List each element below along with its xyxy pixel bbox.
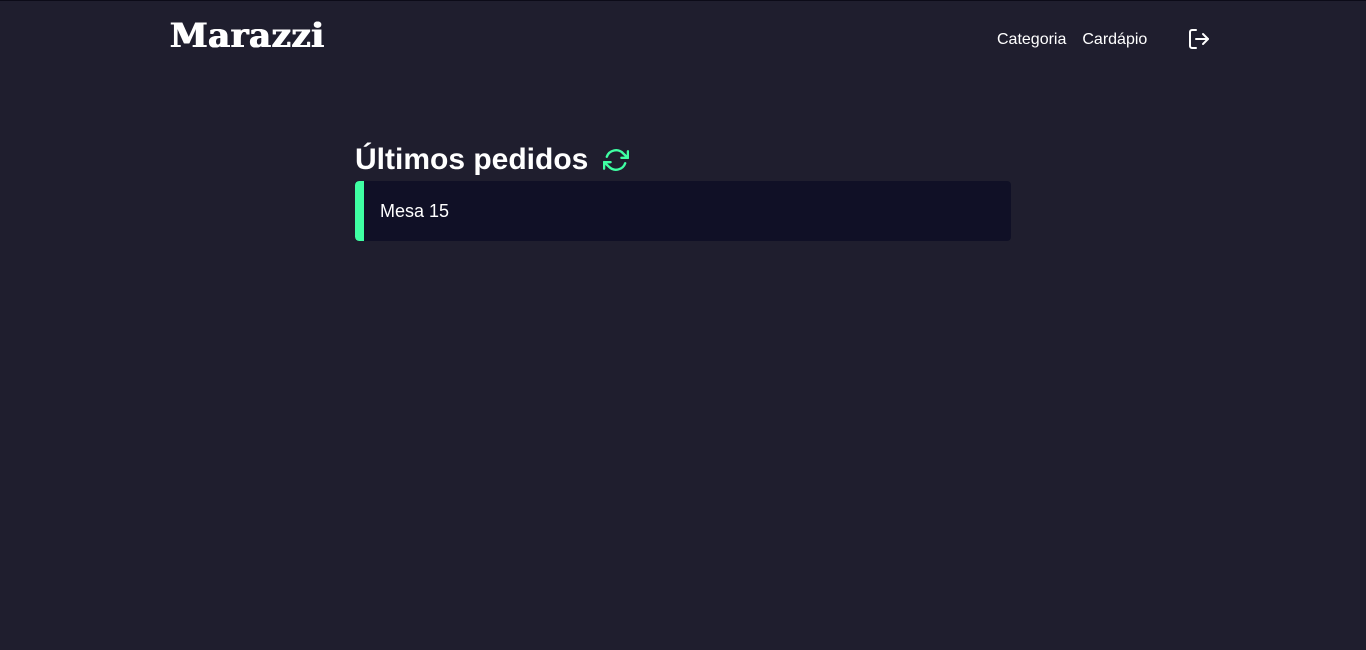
order-item[interactable]: Mesa 15 [355, 181, 1011, 241]
title-row: Últimos pedidos [355, 140, 1011, 180]
page-title: Últimos pedidos [355, 143, 589, 176]
nav-link-categoria[interactable]: Categoria [997, 30, 1066, 50]
order-label: Mesa 15 [380, 201, 450, 221]
order-accent-bar [355, 181, 364, 241]
refresh-icon [603, 149, 630, 171]
nav-link-cardapio[interactable]: Cardápio [1082, 30, 1147, 50]
logout-icon [1189, 29, 1209, 49]
logo[interactable]: Marazzi [170, 16, 325, 56]
main-nav: Categoria Cardápio [997, 30, 1147, 50]
logout-button[interactable] [1187, 27, 1211, 51]
header: Marazzi Categoria Cardápio [0, 0, 1366, 78]
refresh-button[interactable] [602, 146, 630, 174]
orders-section: Últimos pedidos Mesa 15 [355, 140, 1011, 241]
